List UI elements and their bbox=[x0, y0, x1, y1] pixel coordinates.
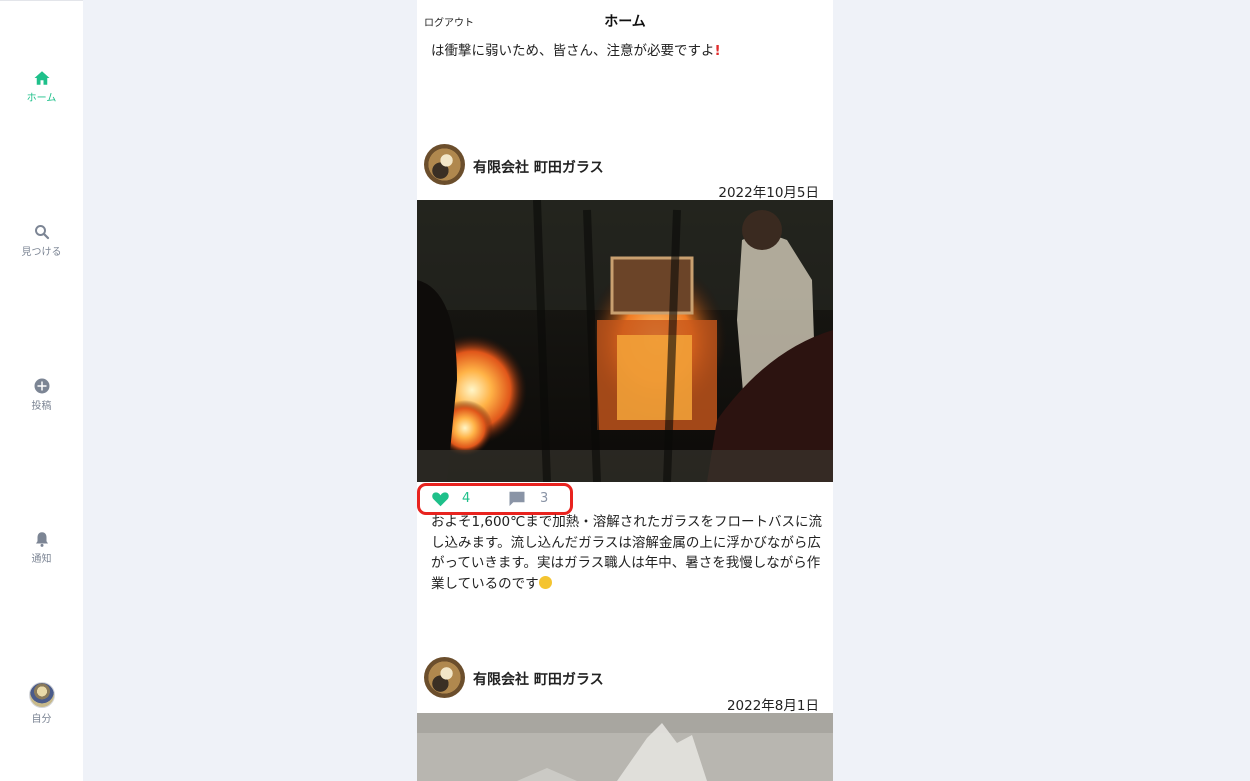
top-bar: ログアウト ホーム bbox=[417, 0, 833, 40]
author-name[interactable]: 有限会社 町田ガラス bbox=[473, 157, 604, 177]
previous-post-body: は衝撃に弱いため、皆さん、注意が必要ですよ bbox=[431, 43, 715, 59]
sidebar-item-label: ホーム bbox=[26, 93, 57, 104]
post-text: およそ1,600℃まで加熱・溶解されたガラスをフロートバスに流し込みます。流し込… bbox=[431, 512, 823, 594]
heart-icon bbox=[432, 492, 449, 507]
comment-count: 3 bbox=[540, 491, 549, 506]
sidebar-item-post[interactable]: 投稿 bbox=[0, 377, 83, 412]
bell-icon bbox=[35, 532, 48, 547]
post-body: およそ1,600℃まで加熱・溶解されたガラスをフロートバスに流し込みます。流し込… bbox=[431, 514, 823, 592]
search-icon bbox=[34, 225, 49, 240]
sidebar-item-label: 通知 bbox=[31, 554, 52, 565]
page-title: ホーム bbox=[604, 14, 646, 30]
exclamation-emoji-icon: ! bbox=[714, 43, 721, 59]
sidebar-item-discover[interactable]: 見つける bbox=[0, 223, 83, 258]
post-date: 2022年8月1日 bbox=[726, 698, 819, 714]
home-icon bbox=[34, 71, 49, 85]
comment-icon bbox=[509, 491, 525, 506]
author-name[interactable]: 有限会社 町田ガラス bbox=[473, 669, 604, 689]
comment-button[interactable]: 3 bbox=[508, 490, 548, 507]
sidebar-item-label: 見つける bbox=[21, 247, 62, 258]
sidebar-item-label: 投稿 bbox=[31, 401, 52, 412]
sidebar: ホーム 見つける 投稿 通知 自分 bbox=[0, 0, 83, 781]
like-count: 4 bbox=[462, 491, 471, 506]
post-date: 2022年10月5日 bbox=[718, 185, 819, 201]
post-image-furnace[interactable] bbox=[417, 200, 833, 482]
sidebar-item-label: 自分 bbox=[31, 714, 52, 725]
author-avatar[interactable] bbox=[424, 657, 465, 698]
previous-post-text: は衝撃に弱いため、皆さん、注意が必要ですよ! bbox=[431, 41, 823, 62]
avatar bbox=[28, 682, 55, 708]
sidebar-item-home[interactable]: ホーム bbox=[0, 69, 83, 104]
sweat-smile-emoji-icon bbox=[538, 575, 552, 589]
sidebar-item-profile[interactable]: 自分 bbox=[0, 682, 83, 725]
post-actions: 4 3 bbox=[417, 482, 833, 516]
feed: ログアウト ホーム は衝撃に弱いため、皆さん、注意が必要ですよ! 有限会社 町田… bbox=[417, 0, 833, 781]
post-image-glass[interactable] bbox=[417, 713, 833, 781]
plus-circle-icon bbox=[34, 378, 49, 394]
author-avatar[interactable] bbox=[424, 144, 465, 185]
sidebar-item-notifications[interactable]: 通知 bbox=[0, 530, 83, 565]
like-button[interactable]: 4 bbox=[431, 490, 470, 507]
